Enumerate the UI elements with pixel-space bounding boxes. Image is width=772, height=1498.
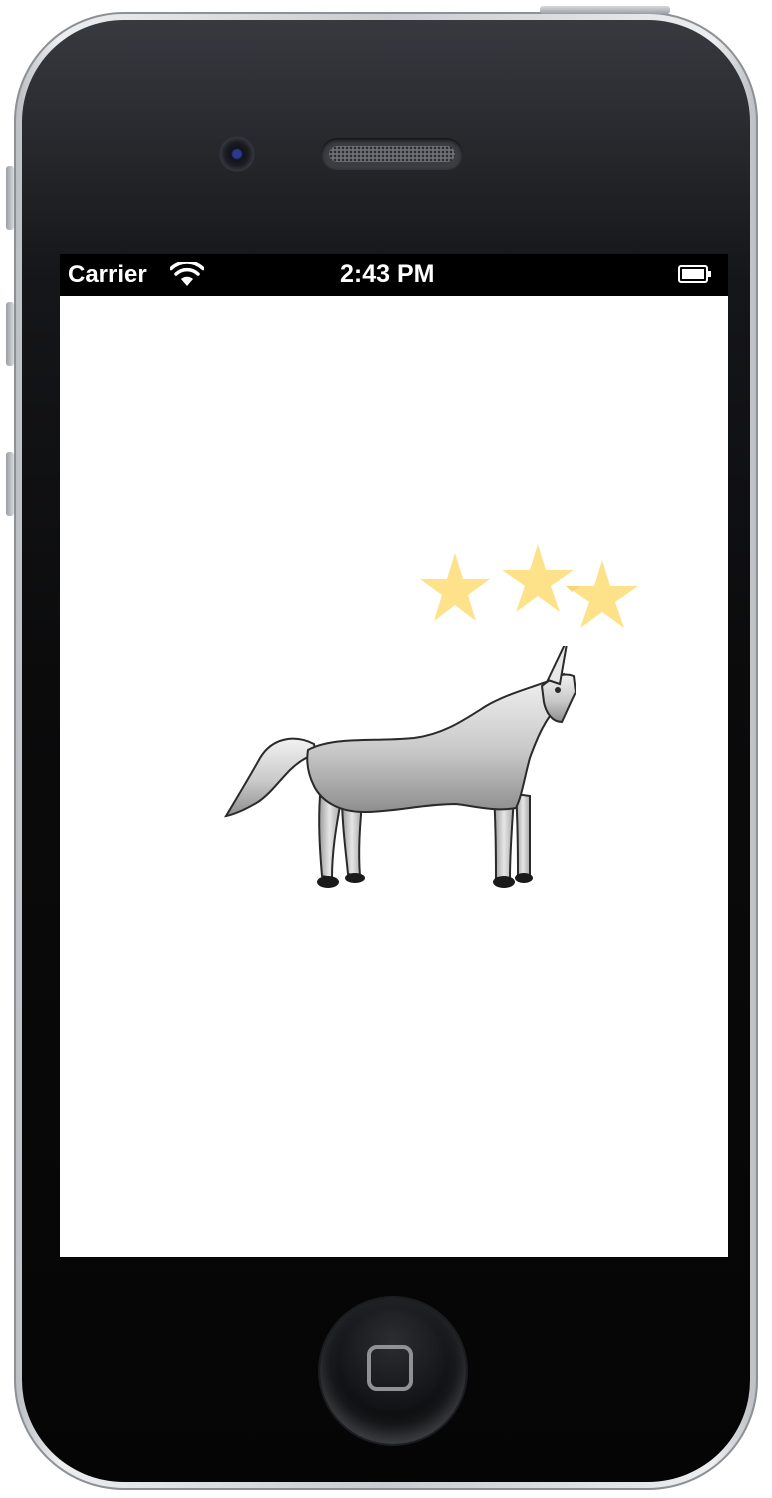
unicorn-hoof xyxy=(515,873,533,883)
status-bar: Carrier 2:43 PM xyxy=(60,254,728,296)
status-time: 2:43 PM xyxy=(340,260,435,288)
wifi-icon xyxy=(170,262,204,286)
silent-switch[interactable] xyxy=(6,166,14,230)
star-icon xyxy=(502,544,574,612)
volume-down-button[interactable] xyxy=(6,452,14,516)
unicorn-front-leg xyxy=(514,792,531,877)
sleep-wake-button[interactable] xyxy=(540,6,670,14)
speaker-grill xyxy=(329,146,455,162)
front-camera xyxy=(219,136,255,172)
unicorn-tail xyxy=(224,737,318,818)
app-content-view[interactable] xyxy=(60,296,728,1257)
unicorn-hoof xyxy=(317,876,339,888)
unicorn-hoof xyxy=(493,876,515,888)
carrier-label: Carrier xyxy=(68,261,147,288)
star-icon xyxy=(566,560,638,628)
unicorn-image[interactable] xyxy=(224,646,576,906)
home-button[interactable] xyxy=(320,1298,466,1444)
home-square-icon xyxy=(367,1345,413,1391)
unicorn-eye xyxy=(555,687,561,693)
earpiece-speaker xyxy=(321,138,463,170)
rating-stars xyxy=(420,544,638,628)
battery-icon xyxy=(678,265,711,283)
volume-up-button[interactable] xyxy=(6,302,14,366)
unicorn-body xyxy=(306,672,569,814)
device-screen: Carrier 2:43 PM xyxy=(60,254,728,1257)
unicorn-hoof xyxy=(345,873,365,883)
unicorn-hind-leg xyxy=(318,794,342,880)
star-icon xyxy=(420,553,490,621)
